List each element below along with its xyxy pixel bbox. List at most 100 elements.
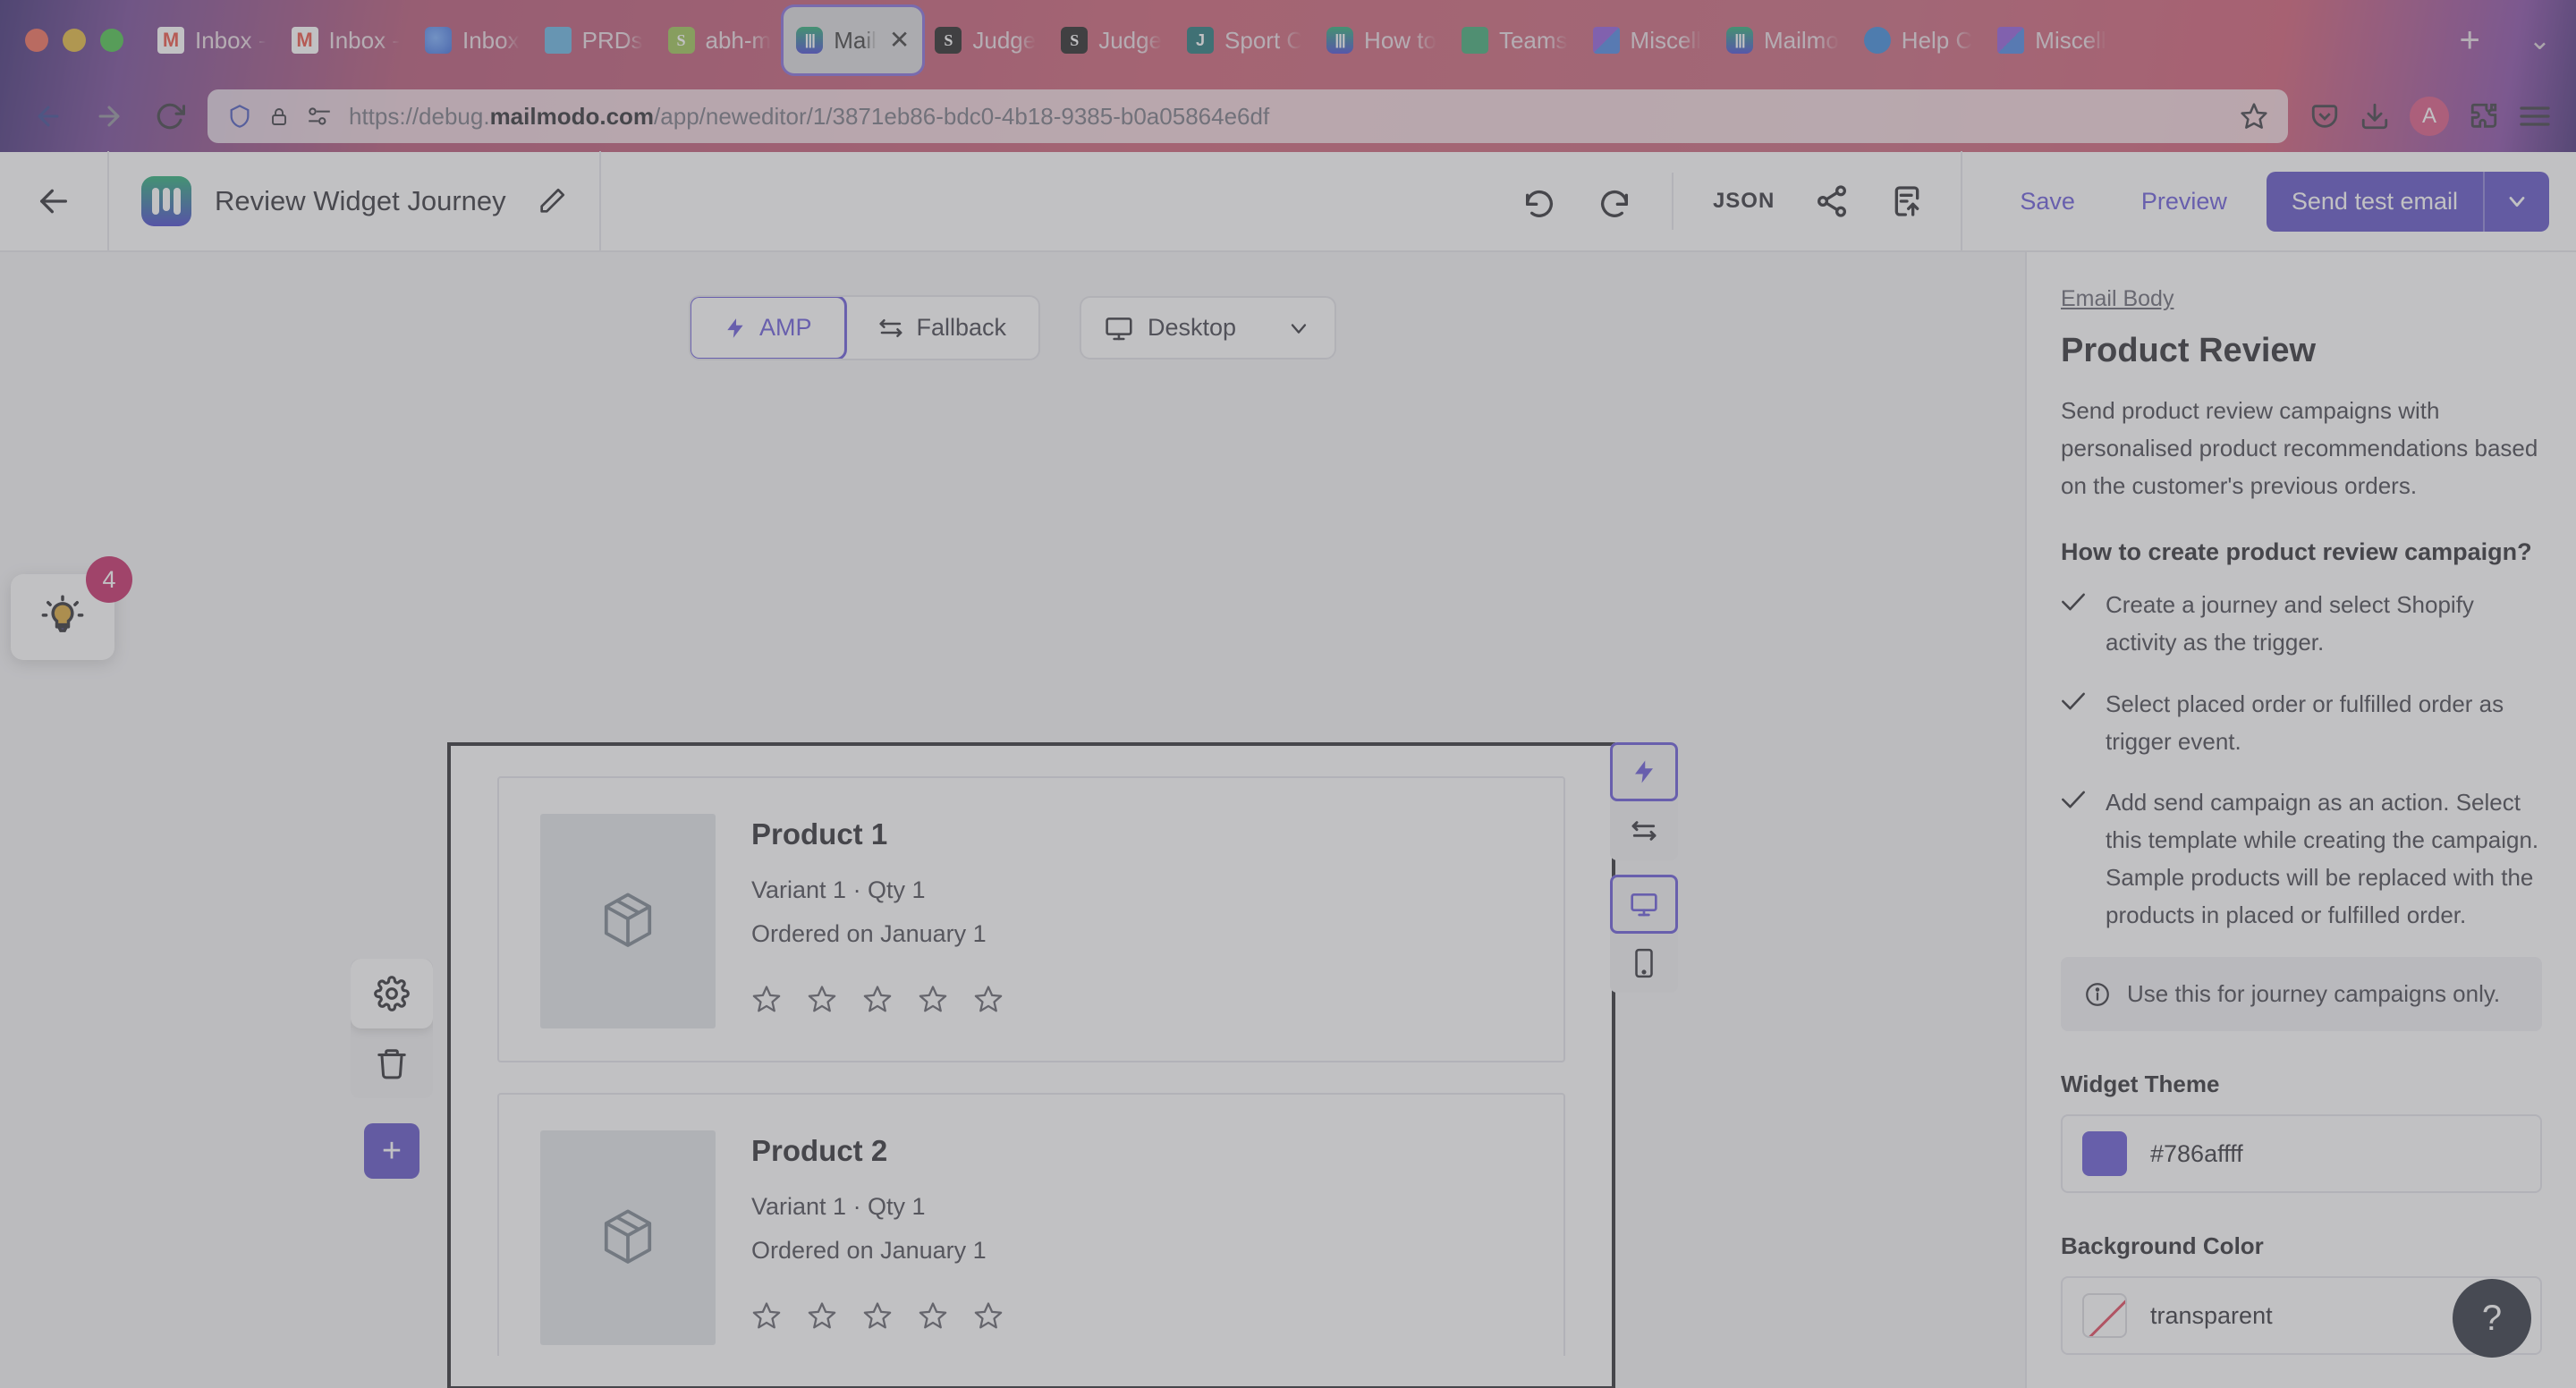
downloads-icon[interactable] [2360, 101, 2390, 131]
json-view-button[interactable]: JSON [1713, 189, 1775, 214]
email-preview-frame[interactable]: Product 1 Variant 1 · Qty 1 Ordered on Jan… [447, 742, 1615, 1388]
shield-icon[interactable] [227, 103, 252, 130]
chevron-down-icon[interactable] [2485, 172, 2549, 232]
undo-icon[interactable] [1521, 183, 1557, 219]
template-title-zone: Review Widget Journey [109, 176, 599, 226]
browser-tab[interactable]: J Sport C [1174, 7, 1314, 73]
profile-avatar[interactable]: A [2410, 97, 2449, 136]
window-controls[interactable] [0, 29, 145, 52]
bookmark-star-icon[interactable] [2240, 102, 2268, 131]
tips-widget-button[interactable]: 4 [11, 556, 132, 660]
block-delete-button[interactable] [351, 1028, 433, 1098]
browser-tab[interactable]: S Judge [922, 7, 1048, 73]
product-variant-qty: Variant 1 · Qty 1 [751, 876, 926, 903]
browser-tab[interactable]: Teams [1449, 7, 1580, 73]
chevron-down-icon[interactable] [1286, 316, 1311, 341]
star-rating[interactable] [751, 1300, 1004, 1331]
save-button[interactable]: Save [1993, 174, 2102, 230]
edit-title-pencil-icon[interactable] [537, 186, 567, 216]
menu-hamburger-icon[interactable] [2519, 103, 2551, 130]
gmail-icon: M [291, 27, 318, 54]
browser-tab[interactable]: M Inbox - [279, 7, 413, 73]
rail-desktop-button[interactable] [1610, 875, 1678, 934]
minimize-window-button[interactable] [63, 29, 86, 52]
browser-tab[interactable]: Miscell [1580, 7, 1714, 73]
add-block-button[interactable]: + [364, 1123, 419, 1179]
help-button[interactable]: ? [2453, 1279, 2531, 1358]
permissions-icon[interactable] [306, 105, 333, 128]
product-card[interactable]: Product 2 Variant 1 · Qty 1 Ordered on Jan… [497, 1093, 1565, 1356]
browser-tab[interactable]: Miscell [1985, 7, 2118, 73]
howto-step: Select placed order or fulfilled order a… [2061, 685, 2542, 760]
howto-heading: How to create product review campaign? [2061, 538, 2532, 566]
rail-fallback-button[interactable] [1610, 801, 1678, 860]
misc-icon [1592, 27, 1620, 54]
new-tab-button[interactable]: + [2436, 22, 2504, 58]
info-note: Use this for journey campaigns only. [2061, 957, 2542, 1032]
breadcrumb[interactable]: Email Body [2061, 286, 2542, 312]
browser-tab[interactable]: S Judge [1048, 7, 1174, 73]
rail-mobile-button[interactable] [1610, 934, 1678, 993]
browser-actions: A [2309, 97, 2551, 136]
send-test-email-button[interactable]: Send test email [2266, 171, 2549, 232]
browser-tab[interactable]: ||| Mail ✕ [784, 7, 923, 73]
export-template-icon[interactable] [1889, 183, 1925, 219]
star-icon[interactable] [918, 984, 948, 1014]
browser-tab[interactable]: M Inbox - [145, 7, 279, 73]
browser-tab-label: PRDs [581, 26, 643, 54]
share-icon[interactable] [1814, 183, 1850, 219]
pocket-icon[interactable] [2309, 101, 2340, 131]
browser-tab[interactable]: ||| How to [1314, 7, 1449, 73]
maximize-window-button[interactable] [100, 29, 123, 52]
product-card[interactable]: Product 1 Variant 1 · Qty 1 Ordered on Jan… [497, 776, 1565, 1062]
back-navigation-icon[interactable] [25, 93, 72, 140]
background-color-swatch[interactable] [2082, 1293, 2127, 1339]
star-icon[interactable] [862, 1300, 893, 1331]
star-icon[interactable] [807, 1300, 837, 1331]
star-icon[interactable] [807, 984, 837, 1014]
preview-button[interactable]: Preview [2114, 174, 2254, 230]
star-icon[interactable] [918, 1300, 948, 1331]
tab-amp[interactable]: AMP [690, 297, 847, 359]
star-icon[interactable] [751, 1300, 782, 1331]
browser-tabstrip: M Inbox - M Inbox - Inbox PRDs Sabh-m ||| Mail ✕ S… [0, 0, 2576, 80]
close-window-button[interactable] [25, 29, 48, 52]
tab-list-dropdown-icon[interactable]: ⌄ [2504, 25, 2576, 56]
widget-theme-swatch[interactable] [2082, 1131, 2127, 1177]
star-icon[interactable] [862, 984, 893, 1014]
redo-icon[interactable] [1597, 183, 1632, 219]
browser-tab[interactable]: Help C [1852, 7, 1985, 73]
star-icon[interactable] [973, 1300, 1004, 1331]
browser-tab[interactable]: Sabh-m [656, 7, 784, 73]
howto-step-text: Select placed order or fulfilled order a… [2106, 690, 2504, 755]
product-name: Product 2 [751, 1134, 888, 1167]
star-icon[interactable] [973, 984, 1004, 1014]
rail-amp-button[interactable] [1610, 742, 1678, 801]
swap-arrows-icon [877, 317, 903, 340]
editor-header: Review Widget Journey JSON Save Preview … [0, 151, 2576, 252]
browser-tab-label: Inbox - [328, 26, 401, 54]
header-tools: JSON [1486, 173, 1961, 230]
device-select[interactable]: Desktop [1080, 296, 1337, 360]
mailmodo-icon: ||| [1326, 27, 1354, 54]
product-details: Product 1 Variant 1 · Qty 1 Ordered on Jan… [751, 814, 1004, 1025]
back-to-dashboard-button[interactable] [0, 183, 107, 219]
block-settings-button[interactable] [351, 959, 433, 1028]
forward-navigation-icon[interactable] [86, 93, 132, 140]
star-rating[interactable] [751, 984, 1004, 1014]
browser-tab[interactable]: ||| Mailmo [1714, 7, 1852, 73]
extensions-icon[interactable] [2469, 101, 2499, 131]
browser-tab[interactable]: Inbox [412, 7, 532, 73]
tab-fallback[interactable]: Fallback [844, 297, 1038, 359]
product-name: Product 1 [751, 817, 888, 851]
browser-tab[interactable]: PRDs [532, 7, 656, 73]
package-box-icon [598, 890, 657, 952]
star-icon[interactable] [751, 984, 782, 1014]
address-bar[interactable]: https://debug.mailmodo.com/app/neweditor… [208, 89, 2288, 143]
widget-theme-field[interactable]: #786affff [2061, 1114, 2542, 1194]
reload-icon[interactable] [147, 93, 193, 140]
tools-divider [1671, 173, 1674, 230]
close-icon[interactable]: ✕ [889, 28, 910, 53]
browser-tab-label: Inbox [462, 26, 520, 54]
page-title: Review Widget Journey [215, 185, 506, 216]
